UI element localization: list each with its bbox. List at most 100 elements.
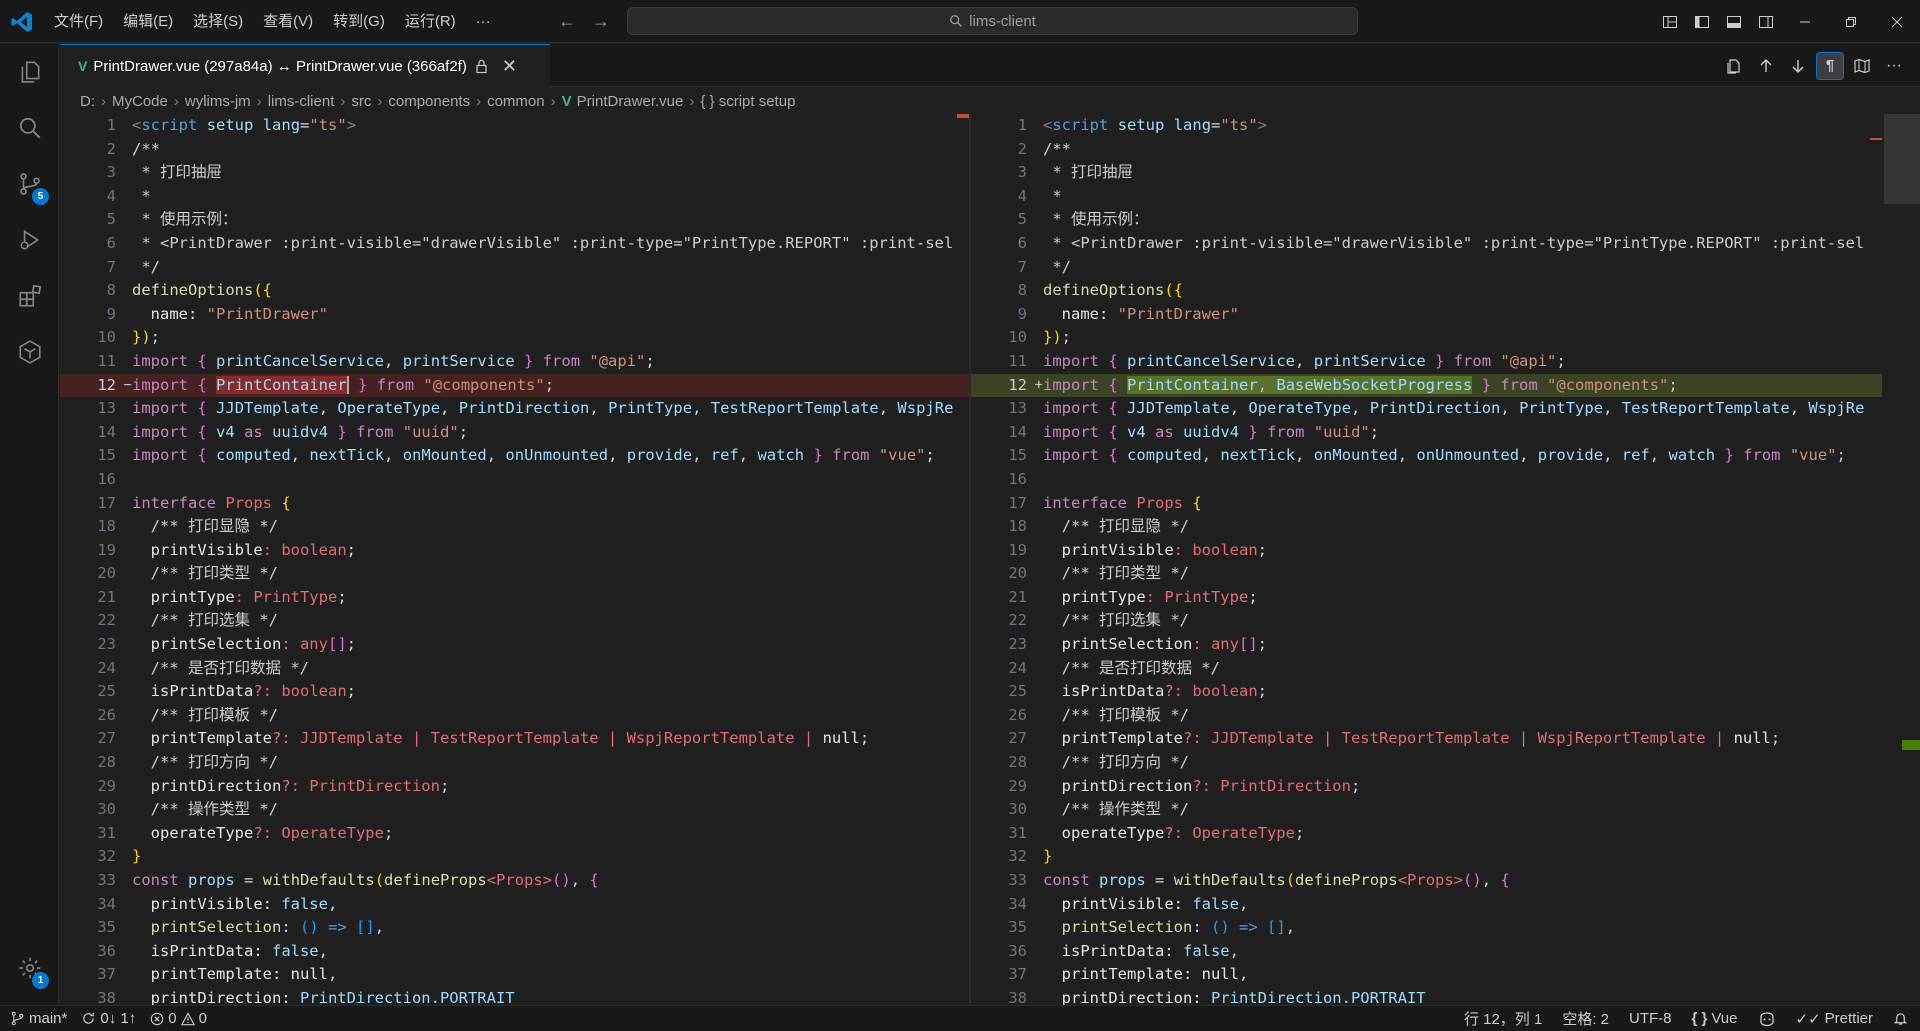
editor-actions: ¶ ···: [1720, 44, 1908, 87]
restore-icon[interactable]: [1828, 0, 1874, 43]
line-number: 1: [1017, 116, 1027, 134]
code-area[interactable]: <script setup lang="ts"> /** * 打印抽屉 * * …: [130, 114, 971, 1005]
diff-editor-original[interactable]: 1 2 3 4 5 6 7 8 9 10 11 12−13 14 15 16 17 18 19 20 21 22 23 24…: [60, 114, 971, 1005]
search-icon[interactable]: [0, 100, 59, 156]
line-number: 28: [1008, 753, 1027, 772]
menu-file[interactable]: 文件(F): [44, 0, 113, 43]
line-number: 16: [1008, 469, 1027, 488]
close-window-icon[interactable]: [1874, 0, 1920, 43]
line-number: 32: [1008, 847, 1027, 866]
menu-view[interactable]: 查看(V): [253, 0, 323, 43]
customize-layout-icon[interactable]: [1654, 0, 1686, 43]
copilot-status[interactable]: [1758, 1011, 1776, 1027]
indentation[interactable]: 空格: 2: [1562, 1008, 1609, 1029]
previous-change-icon[interactable]: [1752, 52, 1780, 80]
settings-gear-icon[interactable]: 1: [0, 940, 59, 996]
menu-go[interactable]: 转到(G): [323, 0, 395, 43]
close-tab-icon[interactable]: ✕: [502, 56, 517, 77]
code-line: printType: PrintType;: [1043, 587, 1258, 606]
remote-icon[interactable]: [0, 324, 59, 380]
line-number: 35: [97, 918, 116, 937]
line-number: 3: [106, 163, 116, 182]
line-number: 8: [106, 281, 116, 300]
code-line: import { computed, nextTick, onMounted, …: [132, 446, 935, 465]
chevron-right-icon: ›: [476, 92, 482, 110]
breadcrumb-symbol[interactable]: { } script setup: [700, 93, 795, 110]
extensions-icon[interactable]: [0, 268, 59, 324]
line-number: 19: [97, 540, 116, 559]
line-number: 17: [1008, 493, 1027, 512]
chevron-right-icon: ›: [101, 92, 106, 110]
line-number: 36: [97, 941, 116, 960]
line-number: 37: [1008, 965, 1027, 984]
forward-arrow-icon[interactable]: →: [591, 11, 611, 31]
code-line: printTemplate?: JJDTemplate | TestReport…: [132, 729, 870, 748]
source-control-icon[interactable]: 5: [0, 156, 59, 212]
code-area[interactable]: <script setup lang="ts"> /** * 打印抽屉 * * …: [1041, 114, 1882, 1005]
explorer-icon[interactable]: [0, 44, 59, 100]
language-mode[interactable]: { } Vue: [1692, 1010, 1738, 1027]
more-actions-icon[interactable]: ···: [1880, 52, 1908, 80]
breadcrumb-item[interactable]: src: [351, 93, 371, 110]
line-number-gutter: 1 2 3 4 5 6 7 8 9 10 11 12 +13 14 15 16 17 18 19 20 21 22 23 24…: [971, 114, 1043, 1005]
branch-name: main*: [29, 1010, 68, 1027]
toggle-primary-sidebar-icon[interactable]: [1686, 0, 1718, 43]
sync-icon: [83, 1012, 95, 1024]
open-changes-map-icon[interactable]: [1848, 52, 1876, 80]
toggle-panel-icon[interactable]: [1718, 0, 1750, 43]
line-number: 3: [1017, 163, 1027, 182]
toggle-secondary-sidebar-icon[interactable]: [1750, 0, 1782, 43]
code-line: /** 打印方向 */: [1043, 753, 1189, 772]
line-number: 5: [106, 210, 116, 229]
code-line: printDirection: PrintDirection.PORTRAIT: [1043, 988, 1426, 1005]
code-line: * 使用示例：: [1043, 210, 1149, 229]
tab-diff-printdrawer[interactable]: V PrintDrawer.vue (297a84a) ↔ PrintDrawe…: [60, 44, 550, 87]
back-arrow-icon[interactable]: ←: [557, 11, 577, 31]
breadcrumb-item[interactable]: common: [487, 93, 545, 110]
encoding[interactable]: UTF-8: [1629, 1010, 1672, 1027]
vertical-scrollbar-thumb[interactable]: [1884, 114, 1920, 204]
line-number: 9: [106, 304, 116, 323]
prettier-status[interactable]: ✓✓ Prettier: [1796, 1010, 1874, 1028]
sync-status[interactable]: 0↓ 1↑: [81, 1010, 136, 1027]
breadcrumb-item[interactable]: MyCode: [112, 93, 168, 110]
open-file-icon[interactable]: [1720, 52, 1748, 80]
breadcrumb-item[interactable]: D:: [80, 93, 95, 110]
code-line: isPrintData: false,: [1043, 941, 1239, 960]
code-line: *: [132, 186, 151, 205]
menu-run[interactable]: 运行(R): [395, 0, 466, 43]
line-number: 32: [97, 847, 116, 866]
breadcrumb-item[interactable]: wylims-jm: [185, 93, 251, 110]
menu-edit[interactable]: 编辑(E): [113, 0, 183, 43]
line-number: 22: [1008, 611, 1027, 630]
cursor-position[interactable]: 行 12，列 1: [1464, 1008, 1542, 1029]
show-whitespace-icon[interactable]: ¶: [1816, 51, 1844, 80]
code-line: /**: [132, 139, 160, 158]
line-number: 23: [1008, 635, 1027, 654]
code-line: */: [1043, 257, 1071, 276]
notifications-bell-icon[interactable]: [1893, 1011, 1908, 1026]
command-center-search[interactable]: lims-client: [627, 7, 1358, 35]
deleted-code-line: import { PrintContainer } from "@compone…: [130, 373, 971, 398]
braces-icon: { }: [1691, 1010, 1708, 1027]
code-line: const props = withDefaults(defineProps<P…: [132, 871, 599, 889]
breadcrumb-item[interactable]: components: [388, 93, 470, 110]
code-line: defineOptions({: [1043, 281, 1183, 300]
line-number: 4: [106, 186, 116, 205]
menu-selection[interactable]: 选择(S): [183, 0, 253, 43]
breadcrumb-file[interactable]: PrintDrawer.vue: [577, 93, 684, 110]
navigation-arrows: ← →: [557, 11, 611, 31]
next-change-icon[interactable]: [1784, 52, 1812, 80]
minimize-icon[interactable]: [1782, 0, 1828, 43]
line-number: 20: [97, 564, 116, 583]
command-center-text: lims-client: [969, 12, 1036, 30]
menu-more[interactable]: ···: [466, 0, 501, 43]
line-number: 18: [97, 517, 116, 536]
diff-editor-modified[interactable]: 1 2 3 4 5 6 7 8 9 10 11 12 +13 14 15 16 17 18 19 20 21 22 23 24…: [971, 114, 1920, 1005]
run-debug-icon[interactable]: [0, 212, 59, 268]
branch-status[interactable]: main*: [10, 1010, 67, 1027]
problems-status[interactable]: 0 0: [150, 1010, 207, 1027]
line-number: 25: [1008, 682, 1027, 701]
breadcrumb-item[interactable]: lims-client: [268, 93, 335, 110]
